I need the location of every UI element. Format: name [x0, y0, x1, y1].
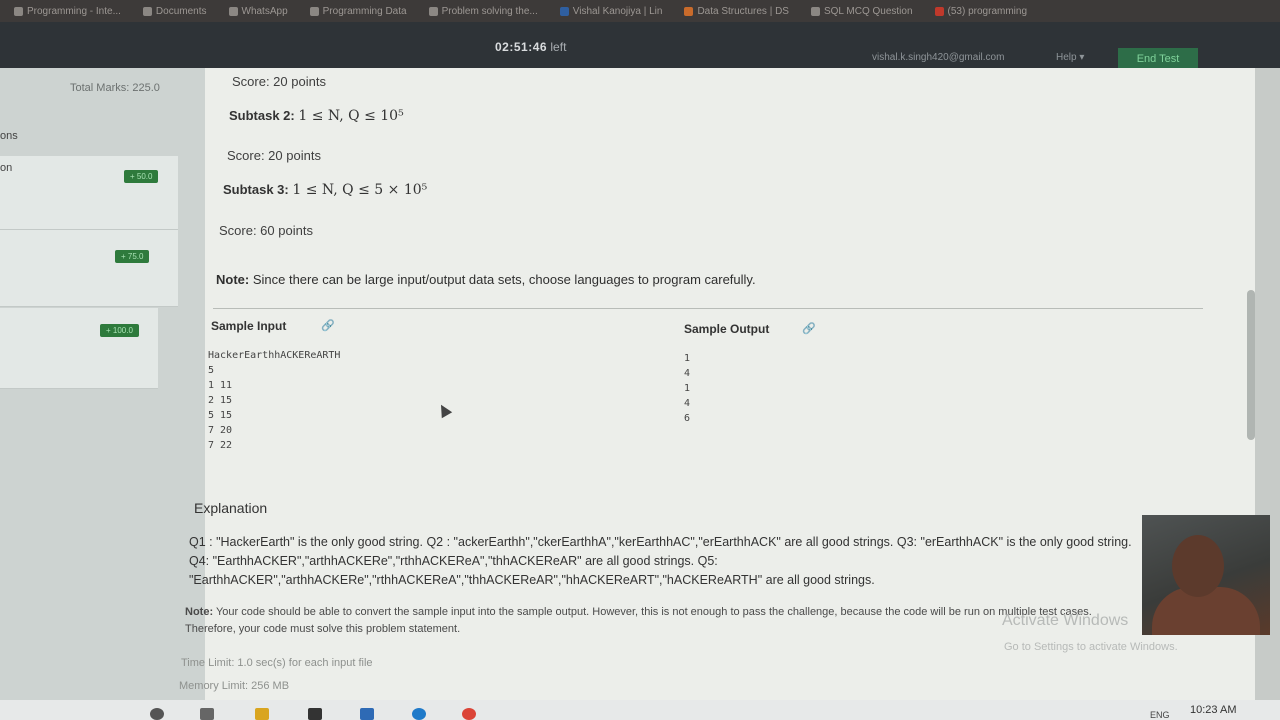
bookmark-item[interactable]: Programming - Inte...: [6, 6, 129, 17]
timer-value: 02:51:46: [495, 40, 548, 54]
file-explorer-icon[interactable]: [255, 708, 269, 720]
edge-icon[interactable]: [412, 708, 426, 720]
section-heading: ons: [0, 130, 18, 142]
end-test-button[interactable]: End Test: [1118, 48, 1198, 70]
explanation-title-visible: Explanation: [194, 500, 268, 516]
question-card[interactable]: + 100.0: [0, 308, 158, 389]
bookmark-item[interactable]: SQL MCQ Question: [803, 6, 921, 17]
whatsapp-icon: [228, 6, 238, 16]
countdown-timer: 02:51:46 left: [495, 40, 566, 54]
store-icon[interactable]: [308, 708, 322, 720]
system-clock[interactable]: 10:23 AM: [1190, 704, 1236, 716]
bookmark-item[interactable]: Problem solving the...: [421, 6, 546, 17]
bookmark-item[interactable]: Vishal Kanojiya | Lin: [552, 6, 671, 17]
bookmark-item[interactable]: Programming Data: [302, 6, 415, 17]
bookmark-icon: [810, 6, 820, 16]
user-email[interactable]: vishal.k.singh420@gmail.com: [872, 52, 1004, 63]
activate-windows-subtitle: Go to Settings to activate Windows.: [1004, 641, 1178, 653]
search-icon[interactable]: [150, 708, 164, 720]
question-card[interactable]: on + 50.0: [0, 156, 178, 230]
score-badge: + 50.0: [124, 170, 159, 183]
webcam-preview: [1142, 515, 1270, 635]
bookmark-icon: [14, 6, 23, 16]
folder-icon: [142, 6, 152, 16]
bookmark-item[interactable]: Documents: [135, 6, 215, 17]
activate-windows-title: Activate Windows: [1002, 612, 1129, 629]
timer-suffix: left: [550, 40, 567, 54]
bookmarks-bar: Programming - Inte... Documents WhatsApp…: [0, 0, 1280, 22]
bookmark-item[interactable]: WhatsApp: [221, 6, 296, 17]
bookmark-icon: [684, 6, 694, 16]
question-card[interactable]: + 75.0: [0, 230, 178, 307]
time-limit: Time Limit: 1.0 sec(s) for each input fi…: [181, 657, 373, 669]
question-sidebar: Total Marks: 225.0 ons on + 50.0 + 75.0 …: [0, 68, 205, 720]
language-indicator[interactable]: ENG: [1150, 710, 1170, 720]
linkedin-icon: [559, 6, 569, 16]
question-label: on: [0, 162, 13, 174]
scrollbar-thumb[interactable]: [1247, 290, 1255, 440]
bookmark-icon: [428, 6, 438, 16]
footnote-label: Note:: [185, 606, 214, 618]
bookmark-item[interactable]: Data Structures | DS: [676, 6, 797, 17]
bookmark-icon: [309, 6, 319, 16]
task-view-icon[interactable]: [200, 708, 214, 720]
footnote-text: Your code should be able to convert the …: [185, 606, 1092, 635]
person-head: [1172, 535, 1224, 597]
test-header: 02:51:46 left vishal.k.singh420@gmail.co…: [0, 22, 1280, 70]
mail-icon[interactable]: [360, 708, 374, 720]
code-footnote: Note: Your code should be able to conver…: [185, 604, 1145, 638]
help-menu[interactable]: Help ▾: [1056, 52, 1084, 63]
taskbar: ENG 10:23 AM: [0, 700, 1280, 720]
total-marks: Total Marks: 225.0: [70, 82, 160, 94]
chrome-icon[interactable]: [462, 708, 476, 720]
score-badge: + 100.0: [100, 324, 139, 337]
score-badge: + 75.0: [115, 250, 150, 263]
youtube-icon: [934, 6, 944, 16]
memory-limit: Memory Limit: 256 MB: [179, 680, 290, 692]
bookmark-item[interactable]: (53) programming: [927, 6, 1035, 17]
explanation-text: Q1 : "HackerEarth" is the only good stri…: [189, 535, 1132, 587]
